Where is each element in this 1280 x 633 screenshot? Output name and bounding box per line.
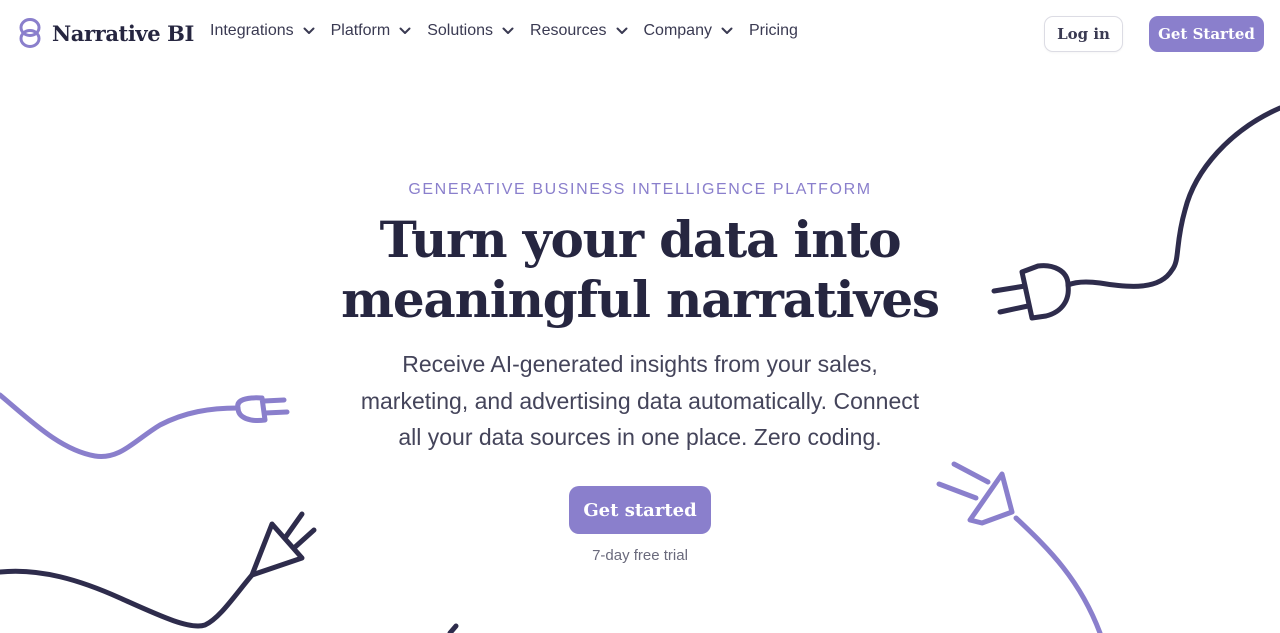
chevron-down-icon — [721, 27, 733, 34]
nav-item-label: Solutions — [427, 22, 494, 39]
plug-prong — [261, 397, 287, 404]
plug-body — [967, 471, 1015, 526]
nav-item-solutions[interactable]: Solutions — [427, 22, 514, 40]
site-header: Narrative BI Integrations Platform Solut… — [0, 0, 1280, 68]
logo-link[interactable]: Narrative BI — [18, 16, 194, 50]
cable — [1013, 515, 1103, 633]
plug-dark-bottom-left-illustration — [0, 511, 317, 629]
nav-item-pricing[interactable]: Pricing — [749, 22, 798, 40]
nav-item-platform[interactable]: Platform — [331, 22, 412, 40]
cable — [0, 568, 255, 629]
plug-prong — [936, 481, 979, 501]
plug-fragment-bottom-illustration — [447, 623, 459, 633]
plug-body — [235, 395, 268, 423]
plug-purple-left-illustration — [0, 392, 290, 459]
plug-prong — [291, 527, 317, 551]
nav-item-label: Platform — [330, 22, 391, 39]
description-line: marketing, and advertising data automati… — [360, 387, 920, 414]
nav-item-resources[interactable]: Resources — [530, 22, 627, 40]
interlocked-rings-icon — [19, 18, 41, 48]
cable-fragment — [447, 623, 459, 633]
description-line: all your data sources in one place. Zero… — [398, 424, 882, 450]
nav-item-label: Pricing — [748, 22, 798, 39]
chevron-down-icon — [303, 27, 315, 34]
login-button[interactable]: Log in — [1044, 16, 1123, 52]
headline-line: meaningful narratives — [341, 270, 940, 329]
plug-prong — [951, 461, 991, 485]
nav-item-label: Resources — [530, 22, 607, 39]
hero-description: Receive AI-generated insights from your … — [340, 346, 940, 456]
description-line: Receive AI-generated insights from your … — [402, 351, 878, 377]
cable — [0, 392, 241, 459]
chevron-down-icon — [502, 27, 514, 34]
nav-item-integrations[interactable]: Integrations — [210, 22, 315, 40]
headline-line: Turn your data into — [379, 210, 902, 269]
brand-name: Narrative BI — [52, 20, 194, 46]
nav-item-label: Company — [643, 22, 712, 39]
trial-note: 7-day free trial — [592, 547, 688, 564]
plug-prong — [262, 409, 290, 416]
get-started-cta-button[interactable]: Get started — [569, 486, 711, 534]
nav-item-label: Integrations — [210, 22, 294, 39]
plug-prong — [282, 511, 305, 541]
plug-purple-bottom-right-illustration — [936, 461, 1103, 633]
chevron-down-icon — [616, 27, 627, 34]
hero-headline: Turn your data into meaningful narrative… — [0, 210, 1280, 330]
hero-eyebrow: GENERATIVE BUSINESS INTELLIGENCE PLATFOR… — [408, 181, 872, 198]
chevron-down-icon — [399, 27, 411, 34]
nav-item-company[interactable]: Company — [644, 22, 733, 40]
get-started-header-button[interactable]: Get Started — [1149, 16, 1264, 52]
main-nav: Integrations Platform Solutions Resource… — [210, 22, 814, 40]
